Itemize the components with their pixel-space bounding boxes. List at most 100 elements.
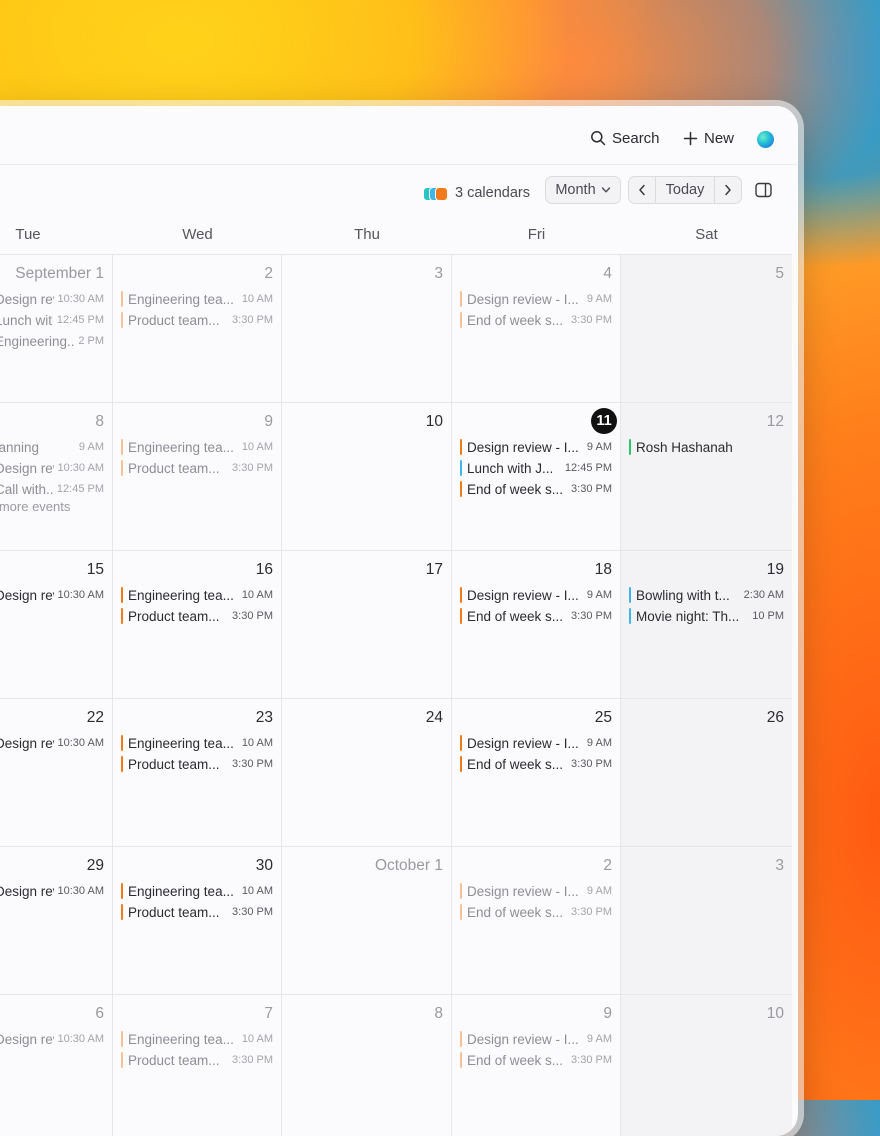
day-cell[interactable]: 5 bbox=[621, 255, 792, 402]
top-bar: Search New bbox=[0, 106, 798, 165]
day-cell[interactable]: 3 bbox=[282, 255, 452, 402]
calendar-event[interactable]: Product team... 3:30 PM bbox=[121, 903, 273, 921]
profile-avatar[interactable] bbox=[757, 131, 774, 148]
day-cell[interactable]: 26 bbox=[621, 699, 792, 846]
calendar-event[interactable]: Design review - I... 9 AM bbox=[460, 734, 612, 752]
day-cell[interactable]: 2 Engineering tea... 10 AM Product team... 3… bbox=[113, 255, 282, 402]
new-button[interactable]: New bbox=[683, 126, 734, 150]
event-time: 10:30 AM bbox=[57, 885, 104, 897]
calendar-event[interactable]: Product team... 3:30 PM bbox=[121, 311, 273, 329]
day-cell[interactable]: 11 Design review - I... 9 AM Lunch with J..… bbox=[452, 403, 621, 550]
day-cell[interactable]: October 1 bbox=[282, 847, 452, 994]
calendar-event[interactable]: Engineering...2 PM bbox=[0, 332, 104, 350]
day-number: 19 bbox=[766, 561, 784, 578]
event-title: Engineering... bbox=[0, 333, 75, 349]
calendar-event[interactable]: Design revie...10:30 AM bbox=[0, 459, 104, 477]
calendar-event[interactable]: Design review - I... 9 AM bbox=[460, 1030, 612, 1048]
day-cell[interactable]: 30 Engineering tea... 10 AM Product team...… bbox=[113, 847, 282, 994]
search-button[interactable]: Search bbox=[590, 126, 660, 150]
event-title: Design revie... bbox=[0, 1031, 54, 1047]
day-cell[interactable]: September 1 Design revie...10:30 AM Lunch … bbox=[0, 255, 113, 402]
day-cell[interactable]: 8 planning 9 AM Design revie...10:30 AM Call… bbox=[0, 403, 113, 550]
event-time: 3:30 PM bbox=[571, 758, 612, 770]
calendar-event[interactable]: Lunch with J... 12:45 PM bbox=[460, 459, 612, 477]
calendar-event[interactable]: Design revie...10:30 AM bbox=[0, 734, 104, 752]
calendar-event[interactable]: End of week s... 3:30 PM bbox=[460, 1051, 612, 1069]
day-cell[interactable]: 10 bbox=[282, 403, 452, 550]
day-cell[interactable]: 15 Design revie...10:30 AM bbox=[0, 551, 113, 698]
week-row: 22 Design revie...10:30 AM 23 Engineering t… bbox=[0, 699, 792, 847]
calendar-event[interactable]: Product team... 3:30 PM bbox=[121, 1051, 273, 1069]
day-cell[interactable]: 9 Engineering tea... 10 AM Product team... 3… bbox=[113, 403, 282, 550]
calendar-event[interactable]: Design review - I... 9 AM bbox=[460, 586, 612, 604]
calendar-event[interactable]: planning 9 AM bbox=[0, 438, 104, 456]
calendar-event[interactable]: End of week s... 3:30 PM bbox=[460, 903, 612, 921]
sidebar-toggle-icon[interactable] bbox=[755, 182, 772, 198]
day-cell[interactable]: 16 Engineering tea... 10 AM Product team...… bbox=[113, 551, 282, 698]
calendar-event[interactable]: Design revie...10:30 AM bbox=[0, 290, 104, 308]
day-cell[interactable]: 6 Design revie...10:30 AM bbox=[0, 995, 113, 1136]
calendar-event[interactable]: Design review - I... 9 AM bbox=[460, 438, 612, 456]
calendar-event[interactable]: Design review - I... 9 AM bbox=[460, 290, 612, 308]
calendar-event[interactable]: Engineering tea... 10 AM bbox=[121, 882, 273, 900]
day-cell[interactable]: 3 bbox=[621, 847, 792, 994]
calendar-event[interactable]: Design revie...10:30 AM bbox=[0, 586, 104, 604]
day-cell[interactable]: 12 Rosh Hashanah bbox=[621, 403, 792, 550]
day-cell[interactable]: 17 bbox=[282, 551, 452, 698]
day-cell[interactable]: 29 Design revie...10:30 AM bbox=[0, 847, 113, 994]
calendar-event[interactable]: End of week s... 3:30 PM bbox=[460, 607, 612, 625]
event-color-bar bbox=[460, 481, 462, 497]
event-color-bar bbox=[629, 587, 631, 603]
calendar-event[interactable]: Call with...12:45 PM bbox=[0, 480, 104, 498]
next-month-button[interactable] bbox=[714, 177, 741, 203]
calendar-event[interactable]: Design review - I... 9 AM bbox=[460, 882, 612, 900]
date-navigation: Today bbox=[628, 176, 742, 204]
day-cell[interactable]: 23 Engineering tea... 10 AM Product team...… bbox=[113, 699, 282, 846]
day-cell[interactable]: 8 bbox=[282, 995, 452, 1136]
calendar-event[interactable]: Bowling with t... 2:30 AM bbox=[629, 586, 784, 604]
event-title: Design review - I... bbox=[467, 439, 579, 455]
today-button[interactable]: Today bbox=[656, 177, 714, 203]
calendar-event[interactable]: End of week s... 3:30 PM bbox=[460, 755, 612, 773]
calendars-selector[interactable]: 3 calendars bbox=[423, 182, 530, 204]
event-color-bar bbox=[121, 587, 123, 603]
more-events-link[interactable]: 2 more events bbox=[0, 499, 70, 514]
calendar-event[interactable]: Product team... 3:30 PM bbox=[121, 459, 273, 477]
calendar-event[interactable]: Lunch with D...12:45 PM bbox=[0, 311, 104, 329]
event-title: Product team... bbox=[128, 756, 220, 772]
event-title: Design review - I... bbox=[467, 587, 579, 603]
day-cell[interactable]: 9 Design review - I... 9 AM End of week s..… bbox=[452, 995, 621, 1136]
day-cell[interactable]: 10 bbox=[621, 995, 792, 1136]
calendar-event[interactable]: Product team... 3:30 PM bbox=[121, 755, 273, 773]
calendar-event[interactable]: Engineering tea... 10 AM bbox=[121, 1030, 273, 1048]
calendar-event[interactable]: Engineering tea... 10 AM bbox=[121, 734, 273, 752]
day-cell[interactable]: 18 Design review - I... 9 AM End of week s.… bbox=[452, 551, 621, 698]
calendar-event[interactable]: Engineering tea... 10 AM bbox=[121, 438, 273, 456]
calendar-event[interactable]: Design revie...10:30 AM bbox=[0, 882, 104, 900]
calendar-event[interactable]: Movie night: Th... 10 PM bbox=[629, 607, 784, 625]
day-cell[interactable]: 7 Engineering tea... 10 AM Product team... 3… bbox=[113, 995, 282, 1136]
calendar-event[interactable]: End of week s... 3:30 PM bbox=[460, 311, 612, 329]
event-time: 3:30 PM bbox=[571, 483, 612, 495]
day-cell[interactable]: 24 bbox=[282, 699, 452, 846]
calendar-event[interactable]: Engineering tea... 10 AM bbox=[121, 586, 273, 604]
view-select[interactable]: Month bbox=[545, 176, 621, 204]
calendar-event[interactable]: Product team... 3:30 PM bbox=[121, 607, 273, 625]
day-cell[interactable]: 22 Design revie...10:30 AM bbox=[0, 699, 113, 846]
event-time: 9 AM bbox=[586, 1033, 612, 1045]
event-time: 10 AM bbox=[241, 441, 273, 453]
event-color-bar bbox=[629, 439, 631, 455]
event-color-bar bbox=[460, 1052, 462, 1068]
day-cell[interactable]: 4 Design review - I... 9 AM End of week s..… bbox=[452, 255, 621, 402]
calendar-event[interactable]: Engineering tea... 10 AM bbox=[121, 290, 273, 308]
event-title: Lunch with D... bbox=[0, 312, 53, 328]
event-color-bar bbox=[121, 756, 123, 772]
previous-month-button[interactable] bbox=[629, 177, 656, 203]
day-cell[interactable]: 25 Design review - I... 9 AM End of week s.… bbox=[452, 699, 621, 846]
calendar-event[interactable]: Design revie...10:30 AM bbox=[0, 1030, 104, 1048]
day-number: 30 bbox=[255, 857, 273, 874]
day-cell[interactable]: 19 Bowling with t... 2:30 AM Movie night: T… bbox=[621, 551, 792, 698]
day-cell[interactable]: 2 Design review - I... 9 AM End of week s..… bbox=[452, 847, 621, 994]
calendar-event[interactable]: End of week s... 3:30 PM bbox=[460, 480, 612, 498]
calendar-event[interactable]: Rosh Hashanah bbox=[629, 438, 784, 456]
